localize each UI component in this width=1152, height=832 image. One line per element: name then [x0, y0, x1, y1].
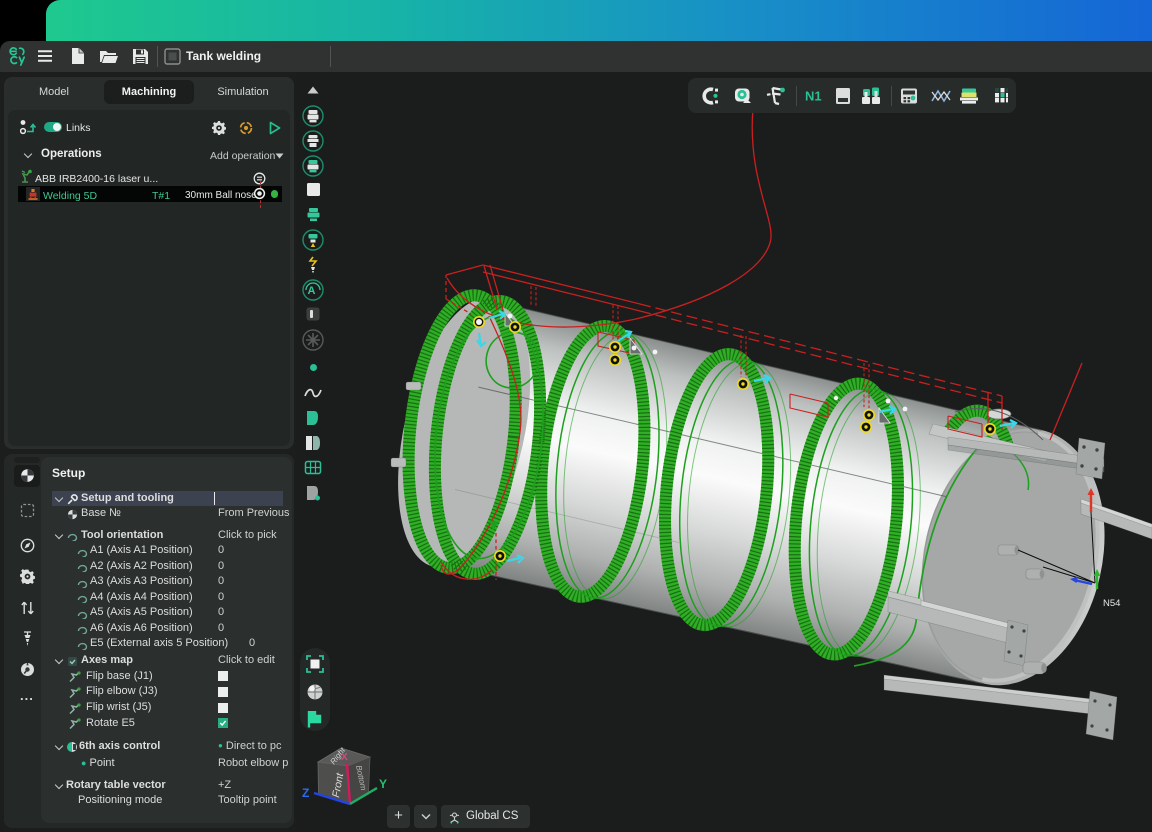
svg-text:A: A: [308, 285, 316, 297]
svg-text:N54: N54: [1103, 598, 1120, 609]
svg-text:X: X: [341, 752, 348, 763]
svg-text:Z: Z: [302, 786, 309, 800]
svg-text:N1: N1: [805, 88, 822, 103]
svg-text:Y: Y: [379, 777, 387, 791]
